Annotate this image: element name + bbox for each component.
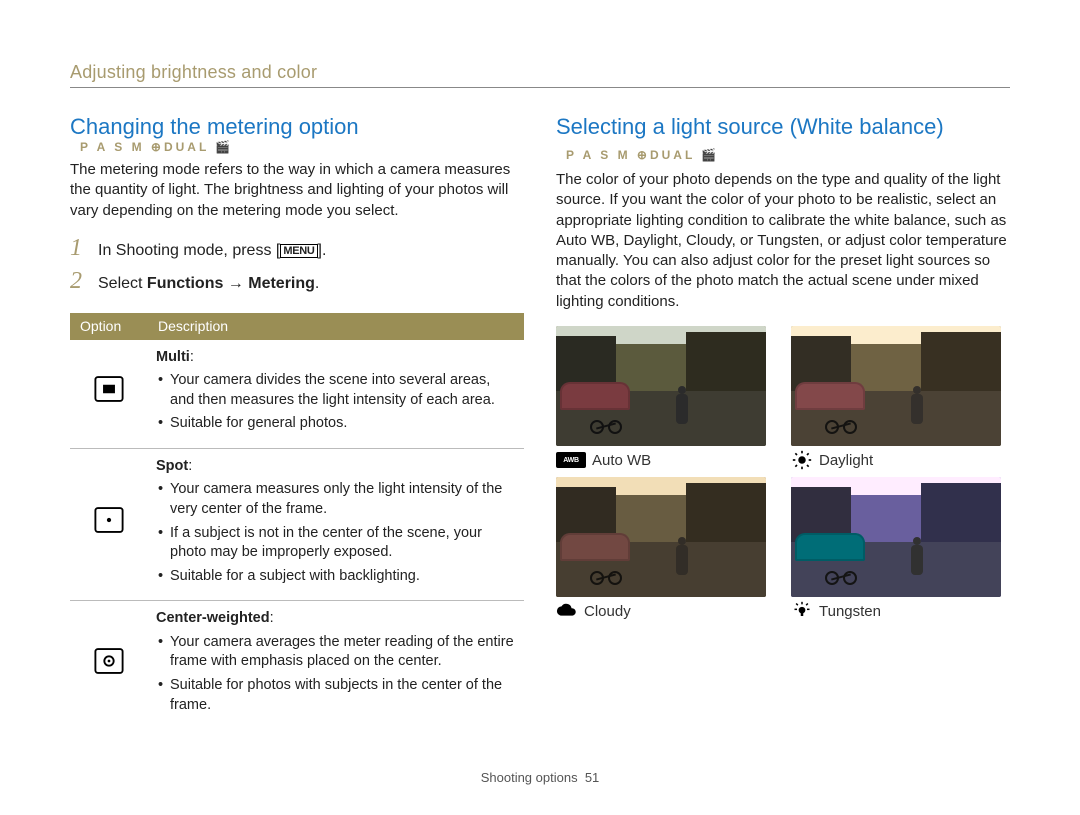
wb-label: Cloudy	[556, 603, 775, 620]
section-intro: The metering mode refers to the way in w…	[70, 160, 524, 221]
step-2: 2 Select Functions → Metering.	[70, 268, 524, 295]
wb-sample-image-cloudy	[556, 477, 766, 597]
option-bullet: Suitable for general photos.	[156, 414, 516, 434]
left-column: Changing the metering option P A S M ⊕DU…	[70, 114, 524, 729]
manual-page: Adjusting brightness and color Changing …	[0, 0, 1080, 815]
wb-label: Tungsten	[791, 603, 1010, 620]
page-header: Adjusting brightness and color	[70, 62, 1010, 88]
wb-sample: AWB Auto WB	[556, 326, 775, 469]
section-title-metering: Changing the metering option	[70, 114, 359, 139]
step-text-fragment: →	[223, 275, 248, 292]
wb-sample: Tungsten	[791, 477, 1010, 620]
wb-sample: Cloudy	[556, 477, 775, 620]
metering-center-icon	[92, 644, 126, 678]
page-footer: Shooting options 51	[0, 770, 1080, 785]
metering-spot-icon	[92, 503, 126, 537]
step-text-fragment: Select	[98, 275, 147, 292]
section-title-wb: Selecting a light source (White balance)	[556, 114, 1010, 140]
step-text-fragment: ].	[318, 242, 327, 259]
footer-section: Shooting options	[481, 770, 578, 785]
table-row: Spot: Your camera measures only the ligh…	[70, 448, 524, 600]
cloudy-icon	[556, 603, 578, 619]
option-name: Spot	[156, 458, 188, 474]
step-text-bold: Metering	[248, 275, 315, 292]
table-header-description: Description	[148, 313, 524, 340]
white-balance-samples: AWB Auto WB Daylight	[556, 326, 1010, 620]
awb-icon: AWB	[556, 452, 586, 468]
wb-label: AWB Auto WB	[556, 452, 775, 469]
content-columns: Changing the metering option P A S M ⊕DU…	[70, 114, 1010, 729]
wb-label: Daylight	[791, 452, 1010, 469]
wb-sample-image-daylight	[791, 326, 1001, 446]
table-row: Multi: Your camera divides the scene int…	[70, 340, 524, 449]
section-intro: The color of your photo depends on the t…	[556, 170, 1010, 312]
option-bullet: Suitable for a subject with backlighting…	[156, 567, 516, 587]
step-text-bold: Functions	[147, 275, 223, 292]
step-text-fragment: In Shooting mode, press [	[98, 242, 280, 259]
section-heading-row: Changing the metering option P A S M ⊕DU…	[70, 114, 524, 160]
option-icon-cell	[70, 340, 148, 449]
step-number: 2	[70, 268, 98, 295]
step-text: In Shooting mode, press [MENU].	[98, 242, 326, 260]
option-icon-cell	[70, 448, 148, 600]
step-text-fragment: .	[315, 275, 319, 292]
wb-label-text: Auto WB	[592, 452, 651, 469]
option-bullet: Your camera measures only the light inte…	[156, 480, 516, 519]
table-row: Center-weighted: Your camera averages th…	[70, 601, 524, 729]
mode-indicator: P A S M ⊕DUAL 🎬	[80, 140, 233, 154]
wb-label-text: Daylight	[819, 452, 873, 469]
option-bullet: Suitable for photos with subjects in the…	[156, 676, 516, 715]
mode-indicator: P A S M ⊕DUAL 🎬	[566, 148, 719, 162]
daylight-icon	[791, 452, 813, 468]
option-bullet: Your camera divides the scene into sever…	[156, 371, 516, 410]
metering-multi-icon	[92, 372, 126, 406]
option-description: Spot: Your camera measures only the ligh…	[148, 448, 524, 600]
option-description: Center-weighted: Your camera averages th…	[148, 601, 524, 729]
table-header-option: Option	[70, 313, 148, 340]
wb-sample-image-tungsten	[791, 477, 1001, 597]
steps-list: 1 In Shooting mode, press [MENU]. 2 Sele…	[70, 235, 524, 295]
option-name: Center-weighted	[156, 610, 270, 626]
option-bullet: If a subject is not in the center of the…	[156, 524, 516, 563]
metering-options-table: Option Description Multi:	[70, 313, 524, 729]
option-icon-cell	[70, 601, 148, 729]
tungsten-icon	[791, 603, 813, 619]
wb-sample: Daylight	[791, 326, 1010, 469]
option-bullet: Your camera averages the meter reading o…	[156, 633, 516, 672]
wb-sample-image-auto	[556, 326, 766, 446]
wb-label-text: Tungsten	[819, 603, 881, 620]
step-1: 1 In Shooting mode, press [MENU].	[70, 235, 524, 262]
option-name: Multi	[156, 349, 190, 365]
step-text: Select Functions → Metering.	[98, 275, 319, 293]
footer-page-number: 51	[585, 770, 599, 785]
option-description: Multi: Your camera divides the scene int…	[148, 340, 524, 449]
right-column: Selecting a light source (White balance)…	[556, 114, 1010, 729]
step-number: 1	[70, 235, 98, 262]
menu-button-label: MENU	[280, 244, 317, 258]
wb-label-text: Cloudy	[584, 603, 631, 620]
